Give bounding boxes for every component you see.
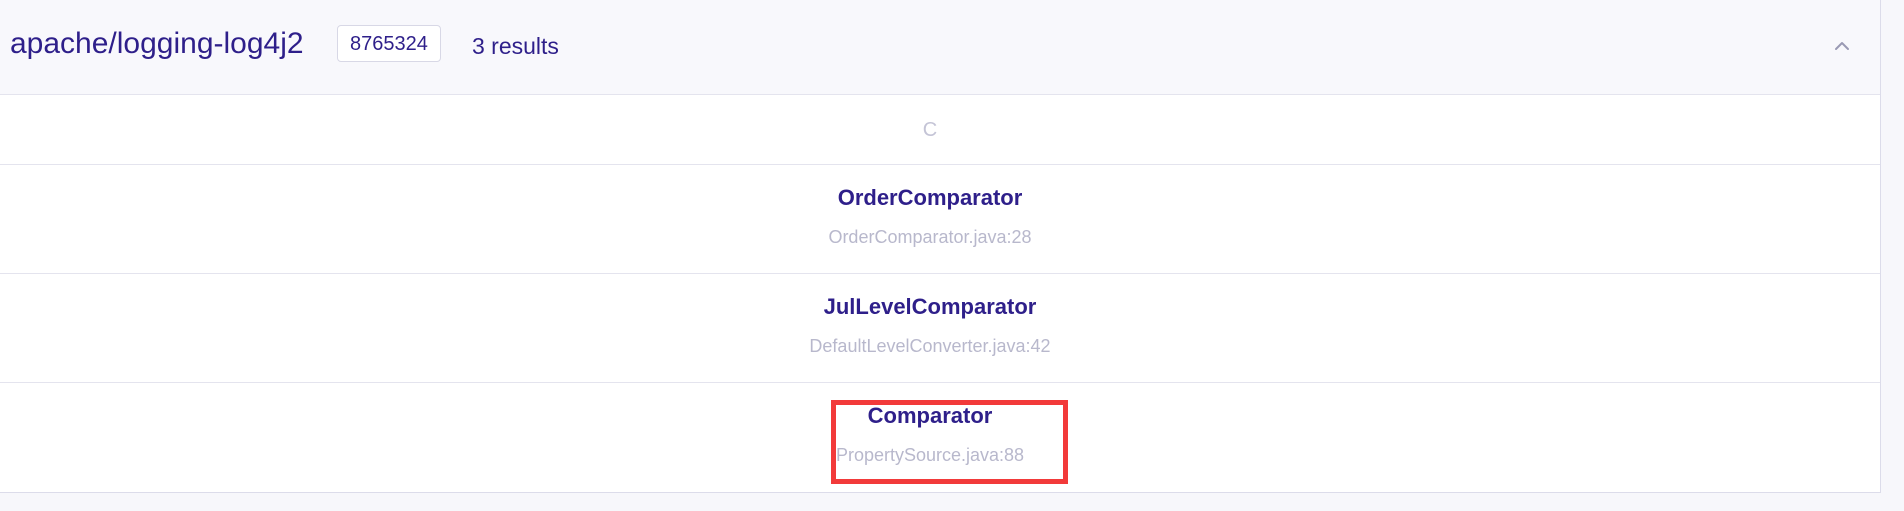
- commit-badge[interactable]: 8765324: [337, 25, 441, 62]
- result-location: PropertySource.java:88: [835, 445, 1025, 465]
- result-name[interactable]: Comparator: [0, 402, 1860, 430]
- result-name[interactable]: JulLevelComparator: [0, 293, 1860, 321]
- result-location: DefaultLevelConverter.java:42: [809, 336, 1051, 356]
- chevron-up-icon[interactable]: [1830, 34, 1854, 58]
- result-item[interactable]: OrderComparator OrderComparator.java:28: [0, 165, 1880, 274]
- result-location: OrderComparator.java:28: [828, 227, 1032, 247]
- result-item[interactable]: JulLevelComparator DefaultLevelConverter…: [0, 274, 1880, 383]
- section-letter: C: [922, 119, 938, 141]
- result-item[interactable]: Comparator PropertySource.java:88: [0, 383, 1880, 491]
- repo-name[interactable]: apache/logging-log4j2: [10, 24, 304, 64]
- section-header: C: [0, 95, 1880, 165]
- result-name[interactable]: OrderComparator: [0, 184, 1860, 212]
- search-results-panel: apache/logging-log4j2 8765324 3 results …: [0, 0, 1881, 493]
- repo-results-header[interactable]: apache/logging-log4j2 8765324 3 results: [0, 0, 1880, 95]
- results-count: 3 results: [472, 33, 559, 59]
